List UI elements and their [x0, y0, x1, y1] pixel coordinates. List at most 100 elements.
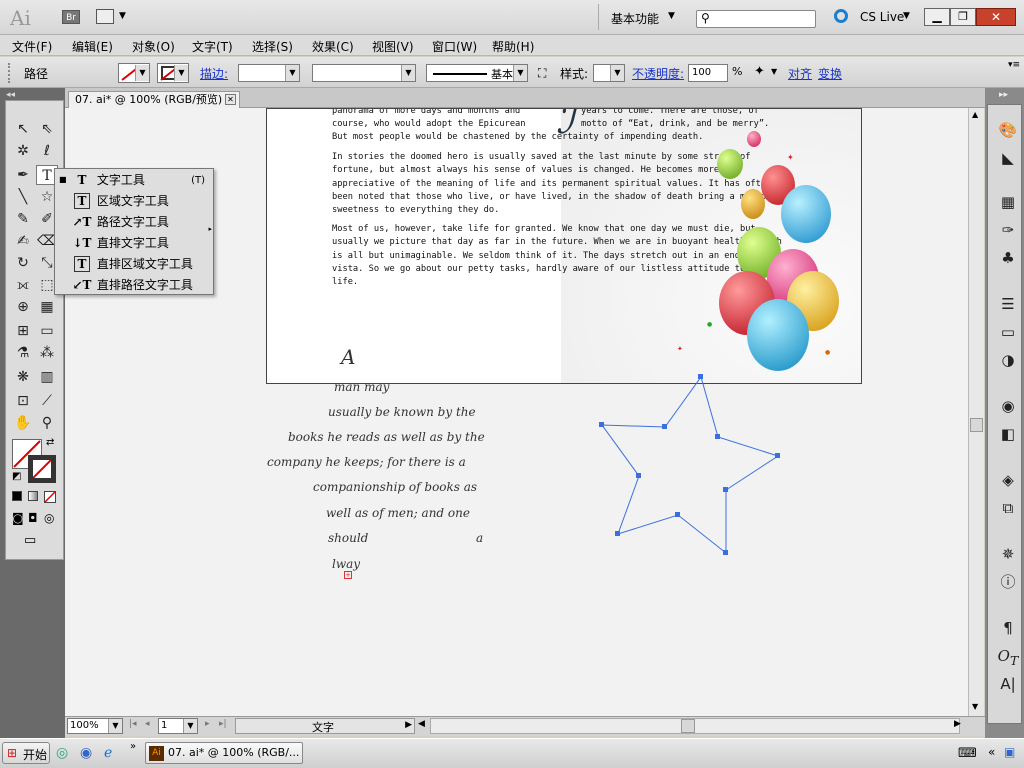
artboards-icon[interactable]: ⧉ [995, 497, 1021, 519]
rotate-tool-icon[interactable]: ↻ [12, 253, 34, 273]
horizontal-scrollbar[interactable] [430, 718, 960, 734]
menu-file[interactable]: 文件(F) [12, 38, 52, 55]
column-graph-tool-icon[interactable]: ▥ [36, 367, 58, 387]
magic-wand-tool-icon[interactable]: ✲ [12, 141, 34, 161]
stroke-swatch[interactable]: ▼ [157, 63, 189, 83]
navigator-icon[interactable]: ✵ [995, 543, 1021, 565]
info-icon[interactable]: ⓘ [995, 571, 1021, 593]
script-text-line[interactable]: companionship of books as [313, 480, 477, 494]
tray-expand-icon[interactable]: « [988, 745, 995, 759]
close-button[interactable]: ✕ [976, 8, 1016, 26]
close-tab-icon[interactable]: ✕ [225, 94, 236, 105]
scroll-thumb[interactable] [681, 719, 695, 733]
chevron-down-icon[interactable]: ▼ [119, 11, 126, 21]
grip-handle[interactable] [8, 63, 12, 83]
opacity-panel-link[interactable]: 不透明度: [632, 65, 684, 82]
transform-panel-link[interactable]: 变换 [818, 65, 842, 82]
stroke-panel-link[interactable]: 描边: [200, 65, 228, 82]
graphic-style-swatch[interactable]: ▼ [593, 64, 625, 82]
layers-icon[interactable]: ◈ [995, 469, 1021, 491]
scroll-thumb[interactable] [970, 418, 983, 432]
menu-select[interactable]: 选择(S) [252, 38, 293, 55]
gradient-icon[interactable]: ▭ [995, 321, 1021, 343]
next-artboard-icon[interactable]: ▸ [205, 719, 210, 729]
graphic-styles-icon[interactable]: ◧ [995, 423, 1021, 445]
stroke-weight-field[interactable]: ▼ [238, 64, 300, 82]
symbols-icon[interactable]: ♣ [995, 247, 1021, 269]
star-path[interactable] [595, 372, 785, 558]
eyedropper-tool-icon[interactable]: ⚗ [12, 343, 34, 363]
opacity-field[interactable]: 100 [688, 64, 728, 82]
restore-button[interactable]: ❐ [950, 8, 976, 26]
stroke-color-box[interactable] [28, 455, 56, 483]
direct-selection-tool-icon[interactable]: ⇖ [36, 119, 58, 139]
scroll-right-icon[interactable]: ▶ [954, 719, 961, 729]
flyout-item-vertical-area-type-tool[interactable]: T 直排区域文字工具 [71, 254, 213, 275]
brushes-icon[interactable]: ✑ [995, 219, 1021, 241]
draw-behind-icon[interactable]: ◘ [28, 511, 38, 525]
flyout-item-type-tool[interactable]: T 文字工具 (T) [71, 170, 213, 191]
screen-mode-icon[interactable]: ▭ [24, 533, 36, 548]
transform-each-icon[interactable]: ⛶ [538, 66, 546, 81]
show-more-icon[interactable]: » [130, 741, 136, 752]
artboard-number-field[interactable]: 1 ▼ [158, 718, 198, 734]
menu-object[interactable]: 对象(O) [132, 38, 175, 55]
script-text-line[interactable]: lway [332, 557, 360, 571]
script-text-line[interactable]: a [476, 531, 483, 545]
line-tool-icon[interactable]: ╲ [12, 187, 34, 207]
menu-type[interactable]: 文字(T) [192, 38, 233, 55]
search-input[interactable]: ⚲ [696, 10, 816, 28]
tray-app-icon[interactable]: ▣ [1004, 745, 1015, 759]
script-text-line[interactable]: usually be known by the [328, 405, 476, 419]
menu-view[interactable]: 视图(V) [372, 38, 414, 55]
default-colors-icon[interactable]: ◩ [12, 471, 21, 482]
blend-tool-icon[interactable]: ⁂ [36, 343, 58, 363]
blob-brush-tool-icon[interactable]: ✍ [12, 231, 34, 251]
draw-inside-icon[interactable]: ◎ [44, 511, 54, 525]
cslive-button[interactable]: CS Live [860, 10, 904, 24]
width-tool-icon[interactable]: ⟗ [12, 275, 34, 295]
flyout-item-vertical-type-on-path-tool[interactable]: ↙T 直排路径文字工具 [71, 275, 213, 296]
perspective-grid-tool-icon[interactable]: ▦ [36, 297, 58, 317]
pen-tool-icon[interactable]: ✒ [12, 165, 34, 185]
last-artboard-icon[interactable]: ▸| [219, 719, 227, 729]
script-text-line[interactable]: should [328, 531, 368, 545]
flyout-item-type-on-path-tool[interactable]: ↗T 路径文字工具 [71, 212, 213, 233]
scroll-up-icon[interactable]: ▲ [972, 110, 978, 119]
swatches-icon[interactable]: ▦ [995, 191, 1021, 213]
keyboard-icon[interactable]: ⌨ [958, 746, 977, 761]
align-panel-link[interactable]: 对齐 [788, 65, 812, 82]
fill-swatch[interactable]: ▼ [118, 63, 150, 83]
paintbrush-tool-icon[interactable]: ✎ [12, 209, 34, 229]
bridge-button[interactable]: Br [62, 10, 80, 24]
swap-colors-icon[interactable]: ⇄ [46, 437, 54, 448]
appearance-icon[interactable]: ◉ [995, 395, 1021, 417]
vertical-scrollbar[interactable]: ▲ ▼ [968, 108, 984, 716]
artboard-tool-icon[interactable]: ⊡ [12, 391, 34, 411]
brush-definition[interactable]: 基本 ▼ [426, 64, 528, 82]
previous-artboard-icon[interactable]: ◂ [145, 719, 150, 729]
menu-window[interactable]: 窗口(W) [432, 38, 477, 55]
internet-explorer-icon[interactable]: ℯ [104, 745, 112, 761]
arrange-documents-icon[interactable] [96, 9, 114, 24]
draw-normal-icon[interactable]: ◙ [12, 511, 24, 525]
paragraph-icon[interactable]: ¶ [995, 617, 1021, 639]
status-mode-field[interactable]: 文字 ▶ [235, 718, 415, 734]
symbol-sprayer-tool-icon[interactable]: ❋ [12, 367, 34, 387]
recolor-artwork-icon[interactable]: ✦ [754, 64, 765, 79]
text-overflow-icon[interactable]: + [344, 571, 352, 579]
none-mode-icon[interactable] [44, 491, 56, 503]
menu-edit[interactable]: 编辑(E) [72, 38, 113, 55]
variable-width-profile[interactable]: ▼ [312, 64, 416, 82]
collapse-icon[interactable]: ◂◂ [6, 90, 15, 100]
character-icon[interactable]: A| [995, 673, 1021, 695]
scroll-left-icon[interactable]: ◀ [418, 719, 425, 729]
slice-tool-icon[interactable]: ⟋ [36, 391, 58, 411]
gradient-mode-icon[interactable] [28, 491, 38, 501]
zoom-tool-icon[interactable]: ⚲ [36, 413, 58, 433]
flyout-item-vertical-type-tool[interactable]: ↓T 直排文字工具 [71, 233, 213, 254]
lasso-tool-icon[interactable]: ℓ [36, 141, 58, 161]
color-guide-icon[interactable]: ◣ [995, 147, 1021, 169]
selection-tool-icon[interactable]: ↖ [12, 119, 34, 139]
taskbar-item-illustrator[interactable]: Ai 07. ai* @ 100% (RGB/... [145, 742, 303, 764]
